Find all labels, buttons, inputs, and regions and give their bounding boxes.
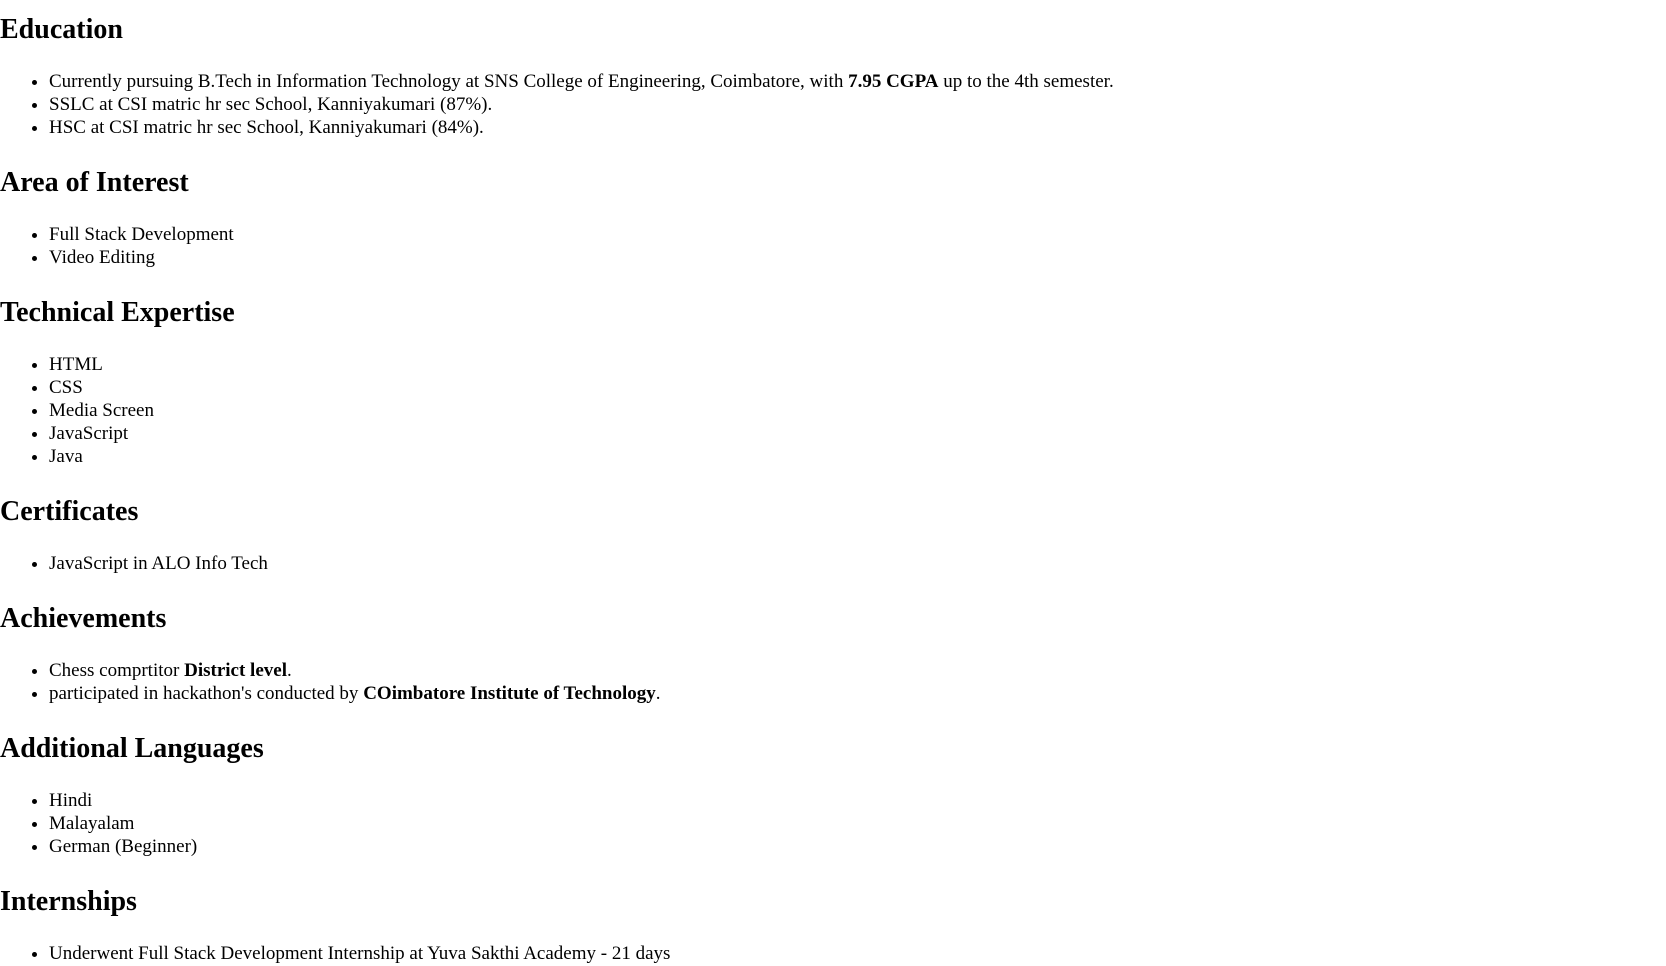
achievement-highlight: COimbatore Institute of Technology xyxy=(363,683,656,704)
education-item-text: Currently pursuing B.Tech in Information… xyxy=(49,71,849,92)
technical-list: HTML CSS Media Screen JavaScript Java xyxy=(0,353,1666,468)
list-item: JavaScript in ALO Info Tech xyxy=(49,552,1666,575)
certificates-list: JavaScript in ALO Info Tech xyxy=(0,552,1666,575)
achievement-text: participated in hackathon's conducted by xyxy=(49,683,364,704)
list-item: German (Beginner) xyxy=(49,835,1666,858)
list-item: SSLC at CSI matric hr sec School, Kanniy… xyxy=(49,93,1666,116)
achievement-highlight: District level xyxy=(184,660,287,681)
education-section: Education Currently pursuing B.Tech in I… xyxy=(0,14,1666,139)
languages-section: Additional Languages Hindi Malayalam Ger… xyxy=(0,733,1666,858)
list-item: Underwent Full Stack Development Interns… xyxy=(49,942,1666,965)
interest-list: Full Stack Development Video Editing xyxy=(0,223,1666,269)
technical-section: Technical Expertise HTML CSS Media Scree… xyxy=(0,297,1666,468)
internships-list: Underwent Full Stack Development Interns… xyxy=(0,942,1666,965)
cgpa-value: 7.95 CGPA xyxy=(848,71,939,92)
education-item-text: up to the 4th semester. xyxy=(938,71,1114,92)
list-item: HTML xyxy=(49,353,1666,376)
list-item: HSC at CSI matric hr sec School, Kanniya… xyxy=(49,116,1666,139)
achievements-section: Achievements Chess comprtitor District l… xyxy=(0,603,1666,705)
achievement-text: . xyxy=(286,660,292,681)
list-item: Full Stack Development xyxy=(49,223,1666,246)
interest-heading: Area of Interest xyxy=(0,167,189,198)
certificates-heading: Certificates xyxy=(0,496,139,527)
education-list: Currently pursuing B.Tech in Information… xyxy=(0,70,1666,139)
achievements-heading: Achievements xyxy=(0,603,167,634)
achievements-list: Chess comprtitor District level. partici… xyxy=(0,659,1666,705)
list-item: Currently pursuing B.Tech in Information… xyxy=(49,70,1666,93)
list-item: Video Editing xyxy=(49,246,1666,269)
list-item: Media Screen xyxy=(49,399,1666,422)
education-heading: Education xyxy=(0,14,123,45)
certificates-section: Certificates JavaScript in ALO Info Tech xyxy=(0,496,1666,575)
list-item: Hindi xyxy=(49,789,1666,812)
list-item: Chess comprtitor District level. xyxy=(49,659,1666,682)
interest-section: Area of Interest Full Stack Development … xyxy=(0,167,1666,269)
list-item: CSS xyxy=(49,376,1666,399)
list-item: Malayalam xyxy=(49,812,1666,835)
internships-heading: Internships xyxy=(0,886,137,917)
list-item: Java xyxy=(49,445,1666,468)
technical-heading: Technical Expertise xyxy=(0,297,235,328)
resume-page: Education Currently pursuing B.Tech in I… xyxy=(0,14,1666,965)
languages-list: Hindi Malayalam German (Beginner) xyxy=(0,789,1666,858)
list-item: participated in hackathon's conducted by… xyxy=(49,682,1666,705)
languages-heading: Additional Languages xyxy=(0,733,264,764)
achievement-text: . xyxy=(655,683,661,704)
achievement-text: Chess comprtitor xyxy=(49,660,185,681)
list-item: JavaScript xyxy=(49,422,1666,445)
internships-section: Internships Underwent Full Stack Develop… xyxy=(0,886,1666,965)
